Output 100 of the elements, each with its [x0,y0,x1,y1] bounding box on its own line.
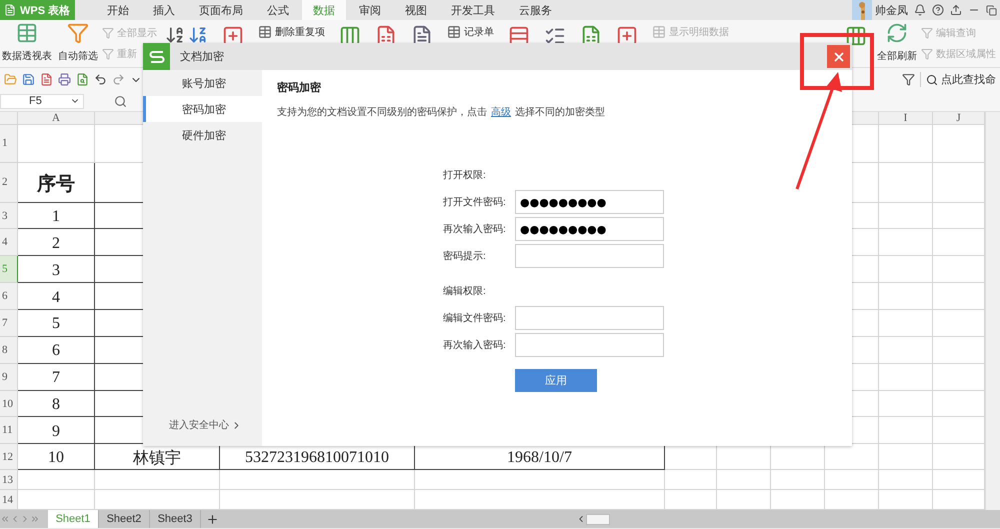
folder-icon[interactable] [4,73,17,86]
user-name[interactable]: 帅金凤 [875,2,908,18]
menu-tab[interactable]: 插入 [142,0,186,20]
sort-descending-icon[interactable] [188,25,208,45]
sidebar-item[interactable]: 密码加密 [143,96,262,122]
table-cell: 序号 [18,162,95,203]
sort-ascending-icon[interactable] [165,25,185,45]
table-cell [771,470,825,490]
advanced-link[interactable]: 高级 [491,107,511,118]
table-cell [879,470,933,490]
ribbon-button[interactable]: 全部刷新 [875,20,919,67]
row-header[interactable]: 4 [0,229,18,256]
table-icon [16,22,38,44]
row-header[interactable]: 9 [0,364,18,391]
row-header[interactable]: 8 [0,336,18,364]
filter-icon [921,48,933,60]
column-header[interactable]: I [879,112,933,125]
vertical-scrollbar[interactable] [985,112,1000,510]
preview-icon[interactable] [76,73,89,86]
last-sheet-icon[interactable] [30,514,40,524]
refresh-icon [886,22,908,44]
ribbon-button[interactable]: 自动筛选 [56,20,100,67]
ribbon-button[interactable]: 记录单 [441,20,500,67]
table-cell [879,364,933,391]
menu-tab[interactable]: 数据 [302,0,346,20]
table-cell [879,202,933,230]
sidebar-item[interactable]: 硬件加密 [143,122,262,148]
redo-icon[interactable] [112,73,125,86]
plus-icon [206,512,218,526]
password-field[interactable] [515,306,664,330]
password-field[interactable] [515,333,664,357]
name-box[interactable]: F5 [0,94,84,108]
field-label: 编辑文件密码: [443,312,507,325]
menu-tab[interactable]: 审阅 [348,0,392,20]
table-cell: 6 [18,336,95,364]
table-icon [652,25,666,39]
table-cell [879,229,933,256]
row-header[interactable]: 14 [0,490,18,510]
sidebar-item[interactable]: 账号加密 [143,70,262,96]
filter-icon [67,22,89,44]
menu-tab[interactable]: 视图 [394,0,438,20]
filter-icon [102,26,114,39]
close-button[interactable] [827,45,850,68]
save-icon[interactable] [22,73,35,86]
menu-tab[interactable]: 开发工具 [440,0,506,20]
bell-icon[interactable] [914,4,926,16]
section-label: 编辑权限: [443,284,487,299]
table-cell: 5 [18,310,95,337]
menu-tab[interactable]: 页面布局 [188,0,254,20]
row-header[interactable]: 11 [0,417,18,444]
table-cell: 8 [18,390,95,418]
row-header[interactable]: 1 [0,125,18,163]
ribbon-button[interactable]: 删除重复项 [252,20,331,67]
row-header[interactable]: 6 [0,283,18,310]
zoom-icon[interactable] [114,94,127,108]
upload-icon[interactable] [950,4,962,16]
filter-icon [102,48,114,60]
logo-icon [148,50,164,64]
row-header[interactable]: 3 [0,202,18,230]
table-cell: 7 [18,364,95,391]
security-center-link[interactable]: 进入安全中心 [143,418,262,432]
table-cell: 3 [18,256,95,284]
row-header[interactable]: 2 [0,162,18,203]
horizontal-scrollbar-thumb[interactable] [586,514,610,524]
password-field[interactable]: ●●●●●●●●● [515,217,664,241]
row-header[interactable]: 12 [0,444,18,470]
field-label: 再次输入密码: [443,222,507,236]
menu-tab[interactable]: 公式 [256,0,300,20]
table-icon [258,25,272,39]
table-cell [717,470,771,490]
column-header[interactable]: A [18,112,95,125]
columns-icon[interactable] [845,25,867,47]
table-cell [879,162,933,203]
row-header[interactable]: 7 [0,310,18,337]
table-cell [879,390,933,418]
password-field[interactable]: ●●●●●●●●● [515,190,664,214]
table-cell: 10 [18,444,95,470]
row-header[interactable]: 13 [0,470,18,490]
help-icon[interactable] [932,4,944,16]
table-cell [879,336,933,364]
table-cell [879,283,933,310]
description-text: 支持为您的文档设置不同级别的密码保护，点击 高级 选择不同的加密类型 [277,106,606,119]
table-cell [879,310,933,337]
menu-tab[interactable]: 开始 [96,0,140,20]
field-label: 密码提示: [443,250,487,263]
document-icon[interactable] [40,73,53,86]
password-field[interactable] [515,244,664,268]
undo-icon[interactable] [94,73,107,86]
filter-icon[interactable] [902,73,915,86]
field-label: 打开文件密码: [443,196,507,209]
command-search[interactable]: 点此查找命 [920,72,996,87]
apply-button[interactable]: 应用 [515,369,597,392]
first-sheet-icon[interactable] [0,514,10,524]
menu-tab[interactable]: 云服务 [508,0,563,20]
section-label: 打开权限: [443,168,487,183]
row-header[interactable]: 10 [0,390,18,418]
ribbon-button[interactable]: 数据透视表 [0,20,54,67]
restore-icon[interactable] [986,4,997,16]
table-cell: 4 [18,283,95,310]
print-icon[interactable] [58,73,71,86]
